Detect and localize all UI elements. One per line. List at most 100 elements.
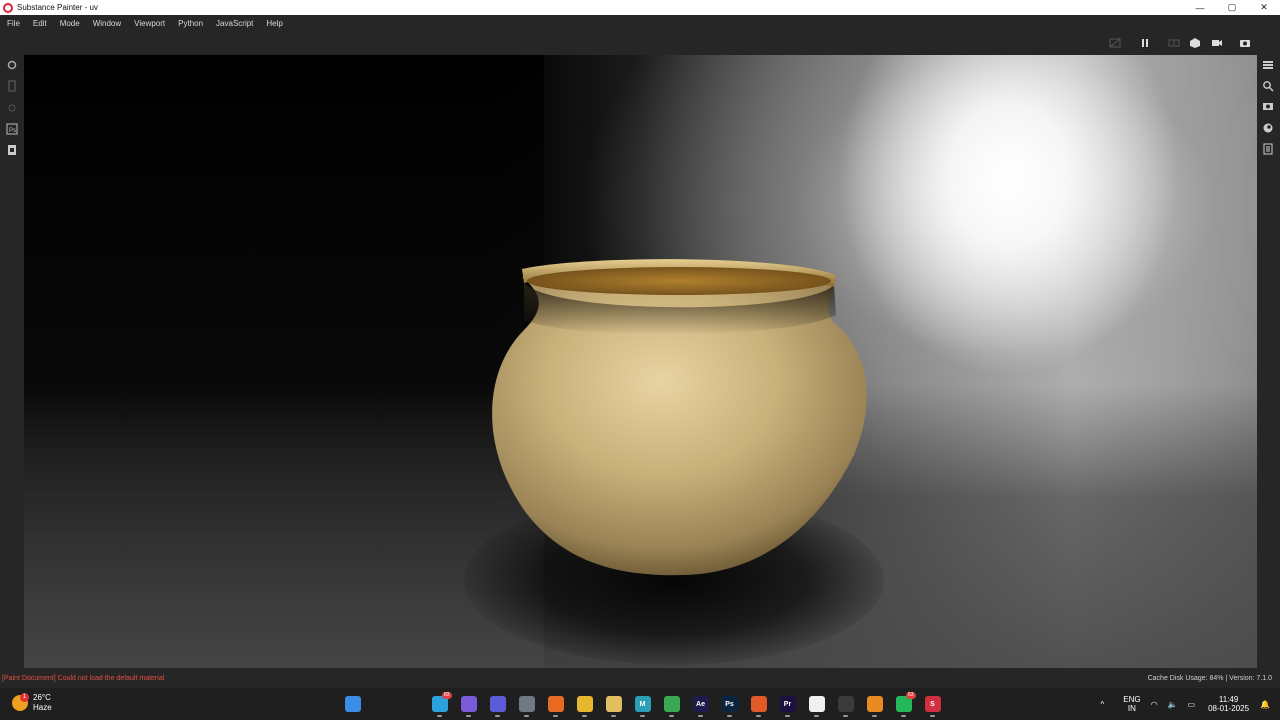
taskbar-app-task-view[interactable]: [396, 694, 425, 714]
menu-bar: File Edit Mode Window Viewport Python Ja…: [0, 15, 1280, 31]
layers-panel-icon[interactable]: [1262, 59, 1274, 71]
weather-desc: Haze: [33, 703, 52, 712]
system-tray: ^ ENG IN ◠ 🔈 ▭ 11:49 08-01-2025 🔔: [1095, 688, 1280, 720]
photoshop-icon: Ps: [721, 696, 738, 712]
cube-view-icon[interactable]: [1189, 37, 1201, 49]
menu-edit[interactable]: Edit: [27, 19, 54, 28]
premiere-icon: Pr: [779, 696, 796, 712]
wifi-icon[interactable]: ◠: [1151, 700, 1158, 709]
taskbar-app-teams[interactable]: [483, 694, 512, 717]
photoshop-icon[interactable]: Ps: [6, 123, 18, 135]
volume-icon[interactable]: 🔈: [1168, 700, 1178, 709]
taskbar-app-maya[interactable]: M: [628, 694, 657, 717]
notification-bell-icon[interactable]: 🔔: [1260, 700, 1270, 709]
shelf-icon[interactable]: [6, 80, 18, 92]
svg-text:Ps: Ps: [9, 128, 16, 134]
log-icon[interactable]: [1262, 143, 1274, 155]
camera-icon[interactable]: [1211, 37, 1223, 49]
weather-widget[interactable]: 1 26°C Haze: [12, 693, 52, 713]
cache-usage-text: Cache Disk Usage: 84% | Version: 7.1.0: [1147, 674, 1272, 682]
pause-icon[interactable]: [1139, 37, 1151, 49]
taskbar-app-settings[interactable]: [512, 694, 541, 717]
running-indicator: [872, 715, 877, 717]
search-icon: [373, 696, 390, 712]
document-icon[interactable]: [6, 144, 18, 156]
menu-file[interactable]: File: [0, 19, 27, 28]
chevron-up-icon[interactable]: ^: [1100, 700, 1104, 709]
taskbar-app-file-explorer[interactable]: [570, 694, 599, 717]
right-tool-strip: [1257, 55, 1280, 668]
taskbar-app-photoshop[interactable]: Ps: [715, 694, 744, 717]
taskbar-app-premiere[interactable]: Pr: [773, 694, 802, 717]
taskbar-app-unity[interactable]: [831, 694, 860, 717]
taskbar-app-blender[interactable]: [860, 694, 889, 717]
running-indicator: [756, 715, 761, 717]
running-indicator: [698, 715, 703, 717]
maps-icon: [605, 696, 622, 712]
taskbar-app-chrome[interactable]: [657, 694, 686, 717]
settings-icon[interactable]: [6, 59, 18, 71]
weather-badge: 1: [20, 693, 29, 702]
taskbar-app-whatsapp[interactable]: 53: [889, 692, 918, 717]
clay-pot-model[interactable]: [484, 255, 874, 585]
minimize-button[interactable]: —: [1184, 0, 1216, 15]
left-tool-strip: Ps: [0, 55, 24, 668]
running-indicator: [930, 715, 935, 717]
taskbar-app-substance-painter[interactable]: S: [918, 694, 947, 717]
taskbar-app-nero[interactable]: [802, 694, 831, 717]
zoom-icon[interactable]: [1262, 80, 1274, 92]
menu-window[interactable]: Window: [87, 19, 128, 28]
hide-overlay-icon[interactable]: [1109, 37, 1121, 49]
menu-javascript[interactable]: JavaScript: [210, 19, 260, 28]
close-button[interactable]: ✕: [1248, 0, 1280, 15]
firefox-icon: [547, 696, 564, 712]
running-indicator: [814, 715, 819, 717]
battery-icon[interactable]: ▭: [1188, 700, 1196, 709]
taskbar-app-firefox[interactable]: [541, 694, 570, 717]
running-indicator: [524, 715, 529, 717]
teams-icon: [489, 696, 506, 712]
task-view-icon: [402, 696, 419, 712]
running-indicator: [437, 715, 442, 717]
settings-icon: [518, 696, 535, 712]
taskbar-app-copilot[interactable]: [454, 694, 483, 717]
menu-python[interactable]: Python: [172, 19, 210, 28]
status-bar: [Paint Document] Could not load the defa…: [0, 668, 1280, 688]
3d-viewport[interactable]: [24, 55, 1257, 668]
taskbar-app-windows-start[interactable]: [338, 694, 367, 714]
taskbar-app-telegram[interactable]: 83: [425, 692, 454, 717]
environment-icon[interactable]: [1262, 122, 1274, 134]
maximize-button[interactable]: ▢: [1216, 0, 1248, 15]
taskbar-app-brave[interactable]: [744, 694, 773, 717]
taskbar-app-search[interactable]: [367, 694, 396, 714]
after-effects-icon: Ae: [692, 696, 709, 712]
language-indicator[interactable]: ENG IN: [1123, 695, 1140, 713]
running-indicator: [727, 715, 732, 717]
split-view-icon[interactable]: [1168, 37, 1180, 49]
nero-icon: [808, 696, 825, 712]
clock[interactable]: 11:49 08-01-2025: [1208, 695, 1249, 713]
chrome-icon: [663, 696, 680, 712]
window-title: Substance Painter - uv: [17, 3, 98, 12]
menu-mode[interactable]: Mode: [54, 19, 87, 28]
screenshot-icon[interactable]: [1239, 37, 1251, 49]
display-settings-icon[interactable]: [1262, 101, 1274, 113]
taskbar-apps: 83 M Ae Ps Pr 53 S: [338, 692, 947, 717]
running-indicator: [582, 715, 587, 717]
substance-painter-icon: S: [924, 696, 941, 712]
app-badge-count: 53: [906, 692, 916, 699]
taskbar-app-maps[interactable]: [599, 694, 628, 717]
copilot-icon: [460, 696, 477, 712]
error-message[interactable]: [Paint Document] Could not load the defa…: [2, 675, 164, 682]
running-indicator: [640, 715, 645, 717]
menu-help[interactable]: Help: [260, 19, 289, 28]
running-indicator: [495, 715, 500, 717]
running-indicator: [553, 715, 558, 717]
running-indicator: [901, 715, 906, 717]
lock-icon[interactable]: [6, 102, 18, 114]
taskbar-app-after-effects[interactable]: Ae: [686, 694, 715, 717]
menu-viewport[interactable]: Viewport: [128, 19, 172, 28]
title-bar: Substance Painter - uv — ▢ ✕: [0, 0, 1280, 15]
running-indicator: [466, 715, 471, 717]
windows-taskbar: 1 26°C Haze 83 M Ae Ps Pr 53 S ^ ENG IN ◠ 🔈 ▭ 1…: [0, 688, 1280, 720]
